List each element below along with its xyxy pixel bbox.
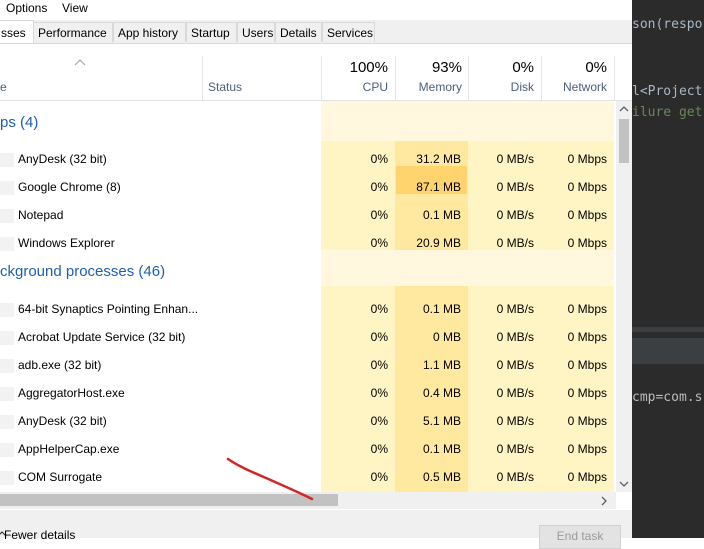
code-editor-pane: son(respo l<Project ilure get cmp=com.s <box>632 0 704 538</box>
code-line: son(respo <box>632 17 703 32</box>
divider <box>632 327 704 332</box>
code-line: ilure get <box>632 105 703 120</box>
toolbar-band <box>632 338 704 364</box>
red-annotation-line <box>226 457 314 501</box>
code-line: l<Project <box>632 84 703 99</box>
console-line: cmp=com.s <box>632 390 703 405</box>
